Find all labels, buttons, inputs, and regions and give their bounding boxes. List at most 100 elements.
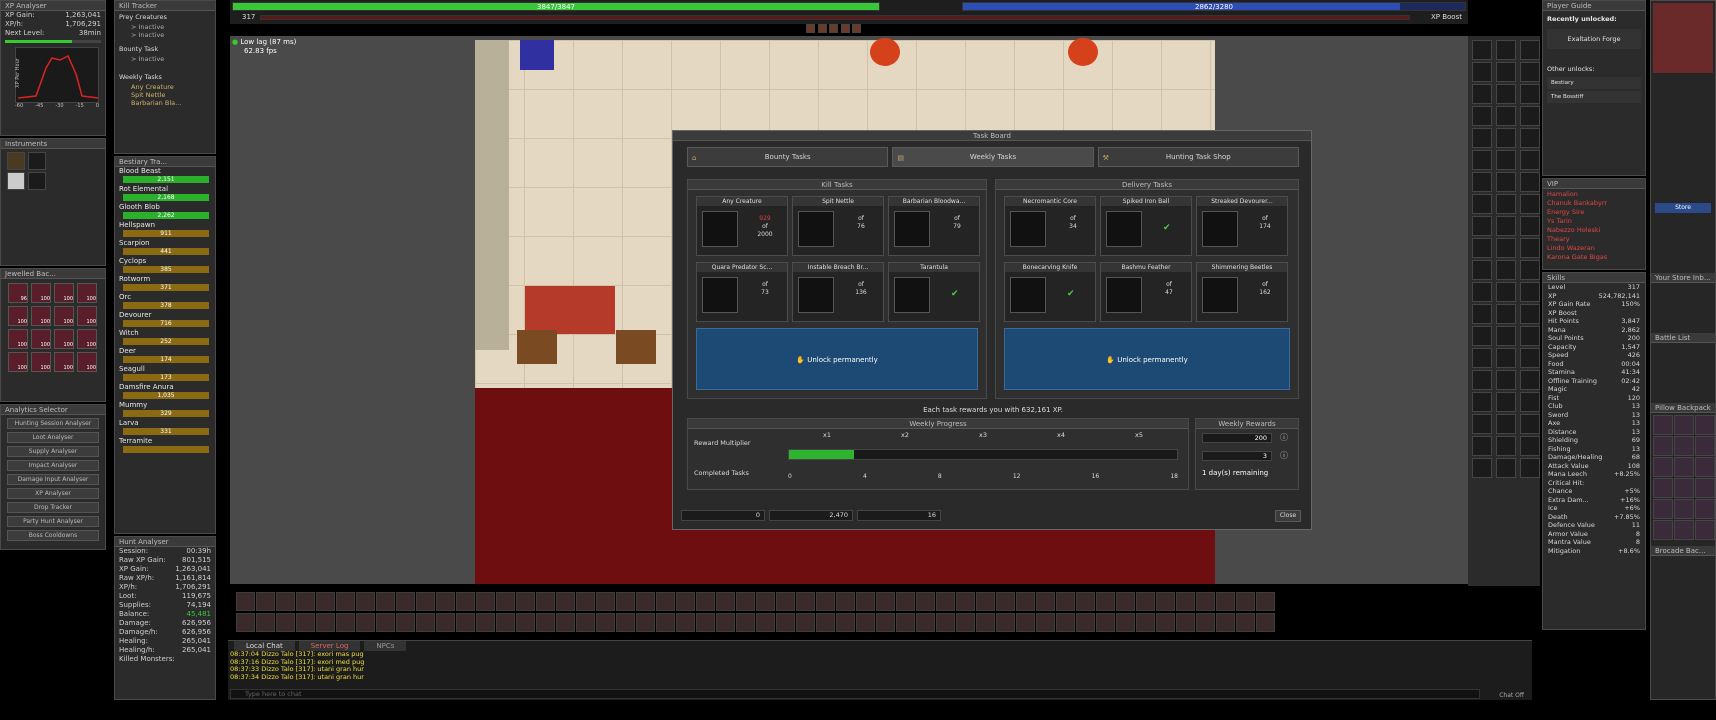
action-slot[interactable]	[376, 613, 395, 632]
action-slot[interactable]	[1216, 592, 1235, 611]
action-slot[interactable]	[596, 613, 615, 632]
weekly-item[interactable]: Any Creature	[115, 83, 215, 91]
task-card[interactable]: Tarantula ✔	[888, 262, 980, 322]
action-slot[interactable]	[356, 592, 375, 611]
vip-name[interactable]: Chanuk Bankabyrr	[1547, 199, 1641, 208]
action-slot[interactable]	[536, 592, 555, 611]
action-slot[interactable]	[1016, 592, 1035, 611]
chest-object[interactable]	[517, 330, 557, 364]
hotkey-slot[interactable]	[1520, 458, 1540, 478]
action-slot[interactable]	[636, 592, 655, 611]
tab-hunting-task-shop[interactable]: ⚒ Hunting Task Shop	[1097, 147, 1299, 167]
action-slot[interactable]	[296, 592, 315, 611]
bestiary-creature-name[interactable]: Rot Elemental	[115, 185, 215, 194]
analyser-button[interactable]: XP Analyser	[7, 488, 99, 499]
blue-object[interactable]	[520, 40, 554, 70]
action-slot[interactable]	[956, 592, 975, 611]
hotkey-slot[interactable]	[1472, 436, 1492, 456]
action-slot[interactable]	[1176, 592, 1195, 611]
backpack-slot[interactable]	[1695, 499, 1715, 519]
action-slot[interactable]	[1176, 613, 1195, 632]
task-card[interactable]: Necromantic Core of 34	[1004, 196, 1096, 256]
analyser-button[interactable]: Party Hunt Analyser	[7, 516, 99, 527]
hotkey-slot[interactable]	[1496, 238, 1516, 258]
backpack-slot[interactable]	[1653, 457, 1673, 477]
backpack-slot[interactable]: 100	[31, 283, 51, 303]
guide-item[interactable]: The Bosstiff	[1547, 91, 1641, 103]
action-slot[interactable]	[1096, 613, 1115, 632]
action-slot[interactable]	[396, 613, 415, 632]
action-slot[interactable]	[656, 613, 675, 632]
action-slot[interactable]	[416, 613, 435, 632]
hotkey-slot[interactable]	[1520, 260, 1540, 280]
hotkey-slot[interactable]	[1496, 392, 1516, 412]
hotkey-slot[interactable]	[1496, 348, 1516, 368]
hotkey-slot[interactable]	[1472, 458, 1492, 478]
hotkey-slot[interactable]	[1496, 194, 1516, 214]
action-slot[interactable]	[816, 613, 835, 632]
action-slot[interactable]	[696, 592, 715, 611]
action-slot[interactable]	[1156, 613, 1175, 632]
hotkey-slot[interactable]	[1496, 370, 1516, 390]
hotkey-slot[interactable]	[1472, 128, 1492, 148]
analyser-button[interactable]: Loot Analyser	[7, 432, 99, 443]
hotkey-slot[interactable]	[1520, 238, 1540, 258]
chest-object[interactable]	[616, 330, 656, 364]
backpack-slot[interactable]: 100	[54, 283, 74, 303]
backpack-slot[interactable]	[1674, 478, 1694, 498]
action-slot[interactable]	[536, 613, 555, 632]
hotkey-slot[interactable]	[1472, 282, 1492, 302]
hotkey-slot[interactable]	[1520, 304, 1540, 324]
task-card[interactable]: Bonecarving Knife ✔	[1004, 262, 1096, 322]
hotkey-slot[interactable]	[1472, 260, 1492, 280]
action-slot[interactable]	[796, 613, 815, 632]
action-slot[interactable]	[736, 613, 755, 632]
action-slot[interactable]	[1196, 592, 1215, 611]
action-slot[interactable]	[496, 613, 515, 632]
action-slot[interactable]	[316, 592, 335, 611]
chat-off-button[interactable]: Chat Off	[1499, 692, 1524, 699]
backpack-slot[interactable]: 100	[77, 283, 97, 303]
bestiary-creature-name[interactable]: Hellspawn	[115, 221, 215, 230]
action-slot[interactable]	[336, 592, 355, 611]
backpack-slot[interactable]: 100	[54, 306, 74, 326]
hotkey-slot[interactable]	[1472, 194, 1492, 214]
tab-weekly-tasks[interactable]: ▤ Weekly Tasks	[892, 147, 1094, 167]
backpack-slot[interactable]	[1653, 520, 1673, 540]
fruit-bowl[interactable]	[1068, 38, 1098, 66]
action-slot[interactable]	[956, 613, 975, 632]
backpack-slot[interactable]	[1674, 436, 1694, 456]
task-card[interactable]: Instable Breach Br... of 136	[792, 262, 884, 322]
action-slot[interactable]	[936, 592, 955, 611]
action-slot[interactable]	[1056, 613, 1075, 632]
action-slot[interactable]	[716, 613, 735, 632]
action-slot[interactable]	[656, 592, 675, 611]
hotkey-slot[interactable]	[1496, 436, 1516, 456]
bestiary-creature-name[interactable]: Larva	[115, 419, 215, 428]
backpack-slot[interactable]: 100	[31, 352, 51, 372]
exaltation-forge-item[interactable]: Exaltation Forge	[1547, 29, 1641, 49]
action-slot[interactable]	[516, 613, 535, 632]
hotkey-slot[interactable]	[1496, 326, 1516, 346]
unlock-permanently-button[interactable]: ✋ Unlock permanently	[1004, 328, 1290, 390]
info-icon[interactable]: ⓘ	[1280, 432, 1288, 443]
bestiary-creature-name[interactable]: Devourer	[115, 311, 215, 320]
instrument-slot[interactable]	[27, 172, 46, 190]
chat-tab-npcs[interactable]: NPCs	[364, 641, 407, 651]
action-slot[interactable]	[476, 592, 495, 611]
action-slot[interactable]	[976, 613, 995, 632]
task-card[interactable]: Bashmu Feather of 47	[1100, 262, 1192, 322]
action-slot[interactable]	[676, 592, 695, 611]
vip-name[interactable]: Karona Gate Bigas	[1547, 253, 1641, 262]
action-slot[interactable]	[236, 592, 255, 611]
task-card[interactable]: Spiked Iron Ball ✔	[1100, 196, 1192, 256]
hotkey-slot[interactable]	[1496, 106, 1516, 126]
task-card[interactable]: Shimmering Beetles of 162	[1196, 262, 1288, 322]
hotkey-slot[interactable]	[1520, 392, 1540, 412]
action-slot[interactable]	[836, 592, 855, 611]
backpack-slot[interactable]	[1695, 415, 1715, 435]
backpack-slot[interactable]: 100	[31, 329, 51, 349]
hotkey-slot[interactable]	[1472, 326, 1492, 346]
action-slot[interactable]	[716, 592, 735, 611]
guide-item[interactable]: Bestiary	[1547, 77, 1641, 89]
